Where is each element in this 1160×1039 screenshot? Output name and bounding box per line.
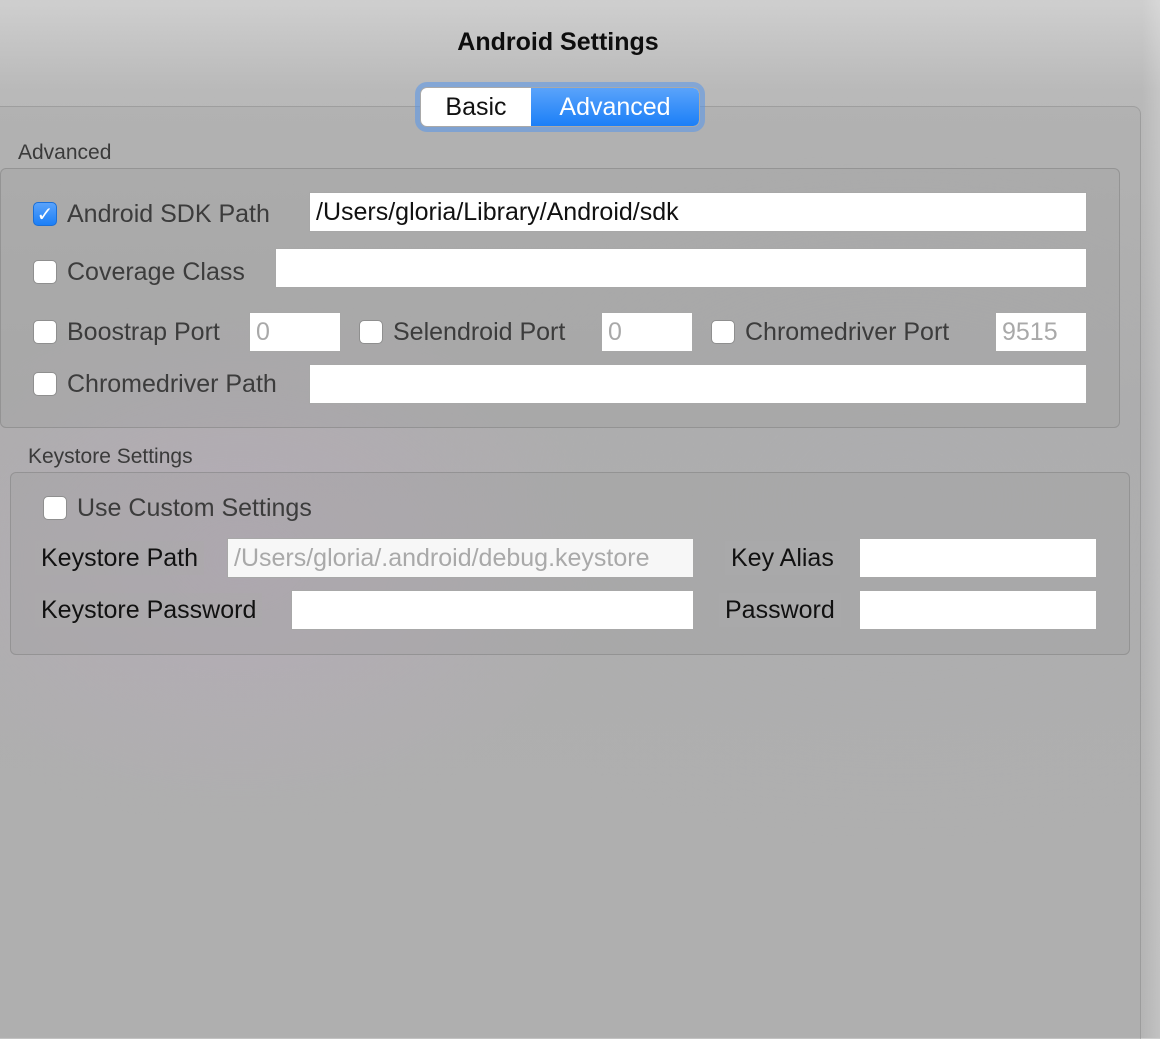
keystore-path-label: Keystore Path bbox=[35, 541, 205, 575]
window-edge bbox=[1142, 0, 1160, 1038]
android-sdk-path-checkbox[interactable]: ✓ bbox=[33, 202, 57, 226]
tab-advanced[interactable]: Advanced bbox=[531, 88, 699, 126]
password-label: Password bbox=[719, 593, 841, 627]
selendroid-port-input[interactable]: 0 bbox=[601, 312, 693, 352]
chromedriver-port-checkbox[interactable] bbox=[711, 320, 735, 344]
chromedriver-port-input[interactable]: 9515 bbox=[995, 312, 1087, 352]
use-custom-settings-label: Use Custom Settings bbox=[77, 493, 312, 522]
android-sdk-path-label: Android SDK Path bbox=[67, 199, 270, 228]
use-custom-settings-option[interactable]: Use Custom Settings bbox=[43, 488, 312, 528]
keystore-path-input[interactable]: /Users/gloria/.android/debug.keystore bbox=[227, 538, 694, 578]
chromedriver-path-label: Chromedriver Path bbox=[67, 369, 277, 398]
android-sdk-path-input[interactable]: /Users/gloria/Library/Android/sdk bbox=[309, 192, 1087, 232]
tab-switcher: Basic Advanced bbox=[420, 87, 700, 127]
keystore-password-input[interactable] bbox=[291, 590, 694, 630]
keystore-password-label: Keystore Password bbox=[35, 593, 263, 627]
chromedriver-path-option[interactable]: Chromedriver Path bbox=[33, 364, 277, 404]
keystore-section-label: Keystore Settings bbox=[28, 445, 193, 468]
password-input[interactable] bbox=[859, 590, 1097, 630]
coverage-class-option[interactable]: Coverage Class bbox=[33, 252, 245, 292]
coverage-class-checkbox[interactable] bbox=[33, 260, 57, 284]
android-sdk-path-option[interactable]: ✓ Android SDK Path bbox=[33, 194, 270, 234]
selendroid-port-checkbox[interactable] bbox=[359, 320, 383, 344]
key-alias-label: Key Alias bbox=[725, 541, 840, 575]
chromedriver-port-label: Chromedriver Port bbox=[745, 317, 950, 346]
bootstrap-port-input[interactable]: 0 bbox=[249, 312, 341, 352]
chromedriver-path-input[interactable] bbox=[309, 364, 1087, 404]
selendroid-port-option[interactable]: Selendroid Port bbox=[359, 312, 565, 352]
chromedriver-port-option[interactable]: Chromedriver Port bbox=[711, 312, 949, 352]
tab-basic[interactable]: Basic bbox=[421, 88, 531, 126]
bootstrap-port-option[interactable]: Boostrap Port bbox=[33, 312, 220, 352]
use-custom-settings-checkbox[interactable] bbox=[43, 496, 67, 520]
bootstrap-port-label: Boostrap Port bbox=[67, 317, 220, 346]
selendroid-port-label: Selendroid Port bbox=[393, 317, 566, 346]
coverage-class-input[interactable] bbox=[275, 248, 1087, 288]
advanced-section-label: Advanced bbox=[18, 141, 112, 164]
checkmark-icon: ✓ bbox=[36, 202, 54, 226]
chromedriver-path-checkbox[interactable] bbox=[33, 372, 57, 396]
bootstrap-port-checkbox[interactable] bbox=[33, 320, 57, 344]
window-title: Android Settings bbox=[457, 28, 659, 56]
coverage-class-label: Coverage Class bbox=[67, 257, 245, 286]
key-alias-input[interactable] bbox=[859, 538, 1097, 578]
